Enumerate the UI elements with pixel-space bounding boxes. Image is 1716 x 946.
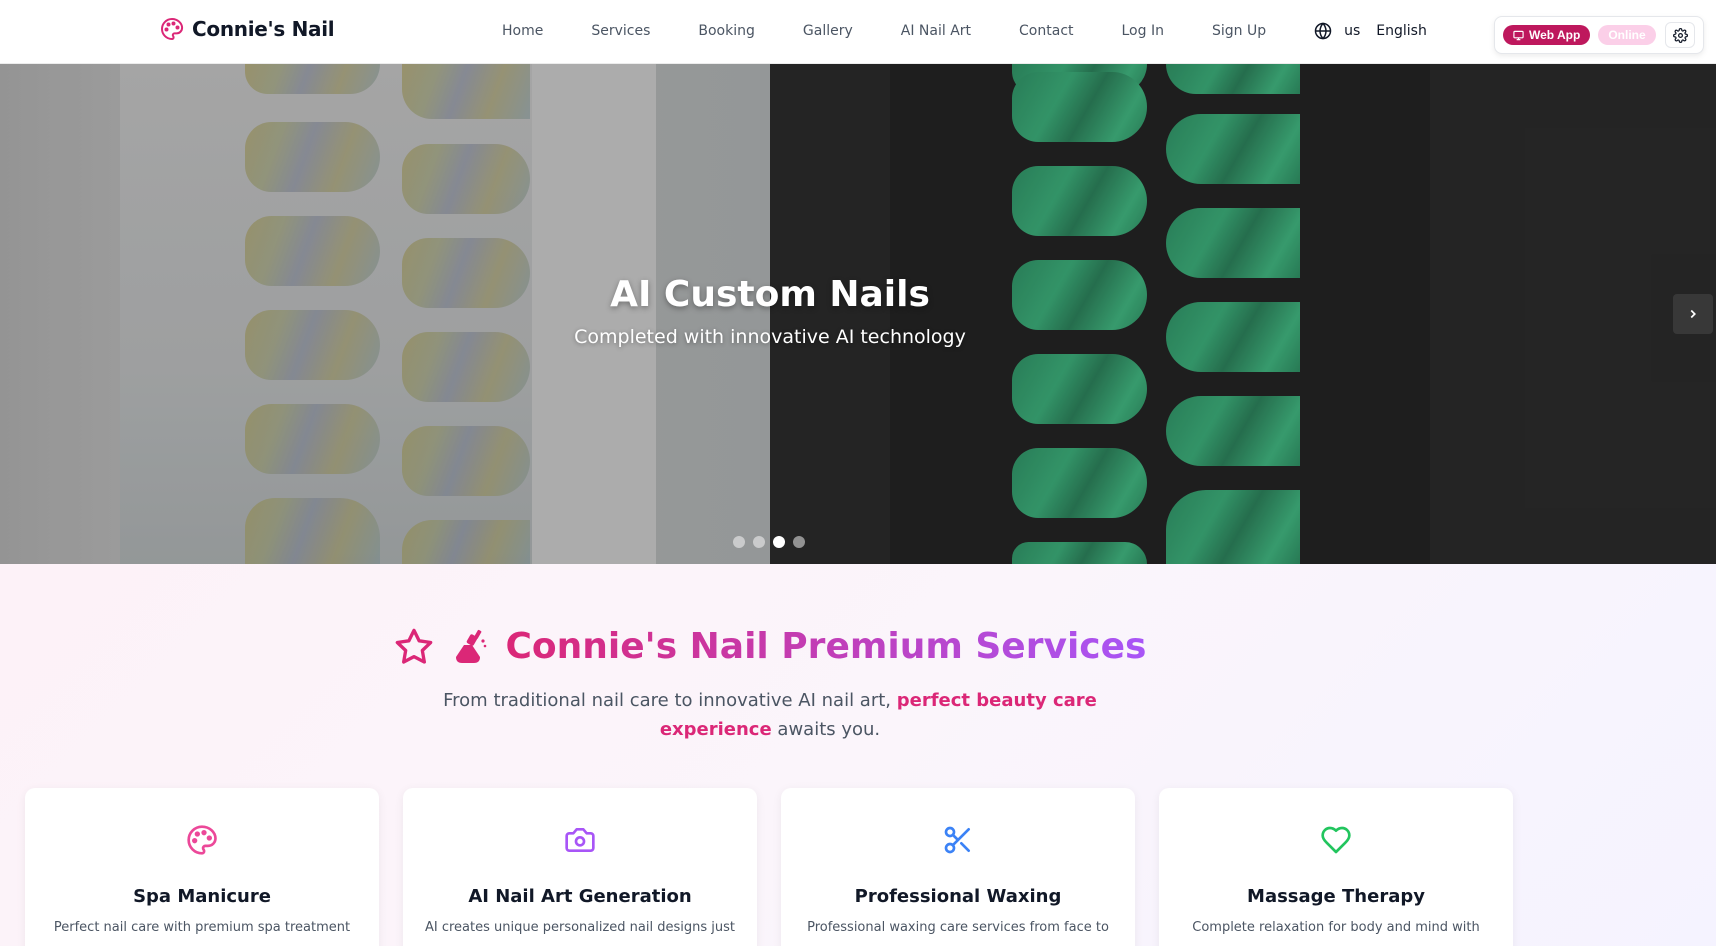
nav-log-in[interactable]: Log In (1122, 23, 1164, 39)
nav-home[interactable]: Home (502, 23, 543, 39)
web-app-label: Web App (1529, 28, 1581, 42)
services-section: Connie's Nail Premium Services From trad… (0, 564, 1716, 946)
card-title: Professional Waxing (854, 886, 1062, 907)
monitor-icon (1513, 30, 1524, 40)
carousel-indicators (733, 536, 805, 548)
service-cards: Spa Manicure Perfect nail care with prem… (25, 788, 1513, 946)
nav-contact[interactable]: Contact (1019, 23, 1073, 39)
services-title: Connie's Nail Premium Services (505, 626, 1147, 667)
service-card-ai-nail-art[interactable]: AI Nail Art Generation AI creates unique… (403, 788, 757, 946)
carousel-dot-3[interactable] (773, 536, 785, 548)
site-header: Connie's Nail Home Services Booking Gall… (0, 0, 1716, 64)
card-title: Massage Therapy (1247, 886, 1425, 907)
services-heading: Connie's Nail Premium Services (0, 626, 1540, 667)
service-card-spa-manicure[interactable]: Spa Manicure Perfect nail care with prem… (25, 788, 379, 946)
online-status-badge: Online (1598, 25, 1656, 45)
star-icon (395, 628, 432, 664)
web-app-button[interactable]: Web App (1503, 25, 1591, 45)
nail-polish-icon (455, 629, 486, 663)
palette-icon (161, 18, 184, 40)
card-description: AI creates unique personalized nail desi… (424, 920, 735, 935)
nav-gallery[interactable]: Gallery (803, 23, 853, 39)
chevron-right-icon (1690, 309, 1696, 319)
hero-title: AI Custom Nails (610, 274, 930, 315)
service-card-waxing[interactable]: Professional Waxing Professional waxing … (781, 788, 1135, 946)
card-description: Complete relaxation for body and mind wi… (1192, 920, 1480, 935)
service-card-massage[interactable]: Massage Therapy Complete relaxation for … (1159, 788, 1513, 946)
brand-logo[interactable]: Connie's Nail (160, 17, 335, 41)
carousel-dot-4[interactable] (793, 536, 805, 548)
app-status-widget: Web App Online (1494, 16, 1704, 54)
card-description: Professional waxing care services from f… (807, 920, 1109, 935)
carousel-next-button[interactable] (1673, 294, 1713, 334)
main-nav: Home Services Booking Gallery AI Nail Ar… (502, 22, 1427, 40)
hero-subtitle: Completed with innovative AI technology (574, 326, 966, 348)
carousel-dot-1[interactable] (733, 536, 745, 548)
nav-services[interactable]: Services (591, 23, 650, 39)
language-selector[interactable]: English (1376, 23, 1427, 39)
heart-icon (1321, 826, 1351, 854)
gear-icon (1672, 27, 1688, 43)
card-description: Perfect nail care with premium spa treat… (53, 920, 351, 935)
camera-icon (565, 828, 595, 852)
hero-carousel[interactable]: AI Custom Nails Completed with innovativ… (0, 64, 1716, 564)
services-description: From traditional nail care to innovative… (443, 690, 1097, 740)
region-selector[interactable]: us (1344, 23, 1360, 39)
globe-icon[interactable] (1314, 22, 1332, 40)
scissors-icon (944, 826, 970, 854)
card-title: AI Nail Art Generation (468, 886, 692, 907)
nav-booking[interactable]: Booking (698, 23, 755, 39)
carousel-dot-2[interactable] (753, 536, 765, 548)
settings-button[interactable] (1665, 22, 1695, 48)
nav-ai-nail-art[interactable]: AI Nail Art (901, 23, 971, 39)
palette-icon (187, 825, 217, 855)
nav-sign-up[interactable]: Sign Up (1212, 23, 1266, 39)
brand-name: Connie's Nail (192, 17, 335, 41)
card-title: Spa Manicure (133, 886, 271, 907)
